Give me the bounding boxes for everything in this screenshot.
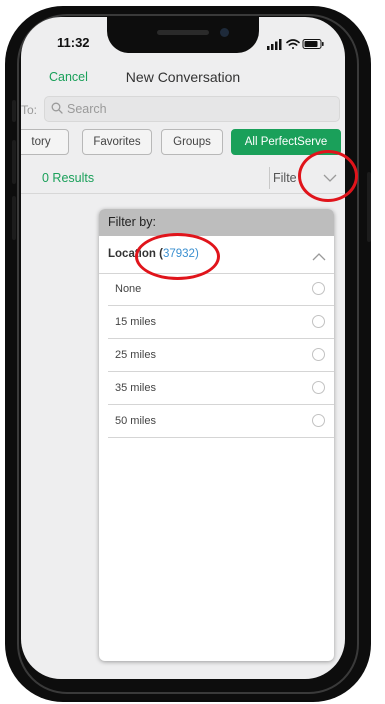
filter-sheet-header: Filter by:	[99, 209, 334, 236]
recipient-row: To: Search	[21, 94, 345, 126]
results-count: 0 Results	[42, 171, 95, 185]
segmented-control: tory Favorites Groups All PerfectServe	[21, 129, 345, 159]
location-label-text: Location (	[108, 248, 163, 260]
option-label: 35 miles	[115, 382, 156, 394]
location-close-paren: )	[194, 248, 199, 260]
page-title: New Conversation	[125, 69, 241, 85]
location-code[interactable]: 37932	[163, 248, 195, 260]
location-section-header[interactable]: Location (37932)	[99, 240, 334, 274]
camera	[220, 28, 229, 37]
filter-option-35-miles[interactable]: 35 miles	[108, 372, 334, 405]
filter-button[interactable]: Filte	[273, 171, 297, 185]
phone-volume-down	[12, 196, 16, 240]
radio-button[interactable]	[312, 282, 325, 295]
status-icons	[267, 39, 324, 50]
filter-sheet: Filter by: Location (37932) None 15 mile…	[99, 209, 334, 661]
option-label: 50 miles	[115, 415, 156, 427]
chevron-down-icon[interactable]	[323, 173, 337, 183]
battery-icon	[302, 39, 324, 49]
tab-groups[interactable]: Groups	[161, 129, 223, 155]
option-label: None	[115, 283, 142, 295]
notch	[107, 17, 259, 53]
tab-label: Groups	[173, 136, 211, 148]
results-bar: 0 Results Filte	[21, 165, 345, 194]
divider	[269, 167, 270, 189]
filter-option-25-miles[interactable]: 25 miles	[108, 339, 334, 372]
search-placeholder: Search	[67, 102, 107, 116]
phone-screen: 11:32 Cancel New Conversation To: Search	[21, 17, 345, 679]
filter-option-50-miles[interactable]: 50 miles	[108, 405, 334, 438]
chevron-up-icon[interactable]	[312, 253, 326, 261]
filter-option-15-miles[interactable]: 15 miles	[108, 306, 334, 339]
location-label: Location (37932)	[108, 248, 199, 260]
option-label: 15 miles	[115, 316, 156, 328]
tab-favorites[interactable]: Favorites	[82, 129, 152, 155]
radio-button[interactable]	[312, 315, 325, 328]
tab-label: tory	[31, 136, 51, 148]
tab-label: Favorites	[93, 136, 141, 148]
tab-all-perfectserve[interactable]: All PerfectServe	[231, 129, 341, 155]
phone-side-button	[12, 100, 16, 122]
wifi-icon	[286, 39, 300, 49]
nav-bar: Cancel New Conversation	[21, 61, 345, 97]
filter-header-label: Filter by:	[108, 215, 156, 229]
speaker	[157, 30, 209, 35]
signal-icon	[267, 39, 282, 50]
radio-button[interactable]	[312, 414, 325, 427]
to-label: To:	[21, 103, 38, 117]
tab-label: All PerfectServe	[244, 136, 328, 148]
filter-option-none[interactable]: None	[108, 273, 334, 306]
radio-button[interactable]	[312, 348, 325, 361]
phone-power-button	[367, 172, 371, 242]
search-input[interactable]: Search	[44, 96, 340, 122]
phone-volume-up	[12, 140, 16, 184]
option-label: 25 miles	[115, 349, 156, 361]
radio-button[interactable]	[312, 381, 325, 394]
search-icon	[51, 102, 63, 114]
tab-history[interactable]: tory	[21, 129, 69, 155]
status-time: 11:32	[57, 35, 90, 50]
